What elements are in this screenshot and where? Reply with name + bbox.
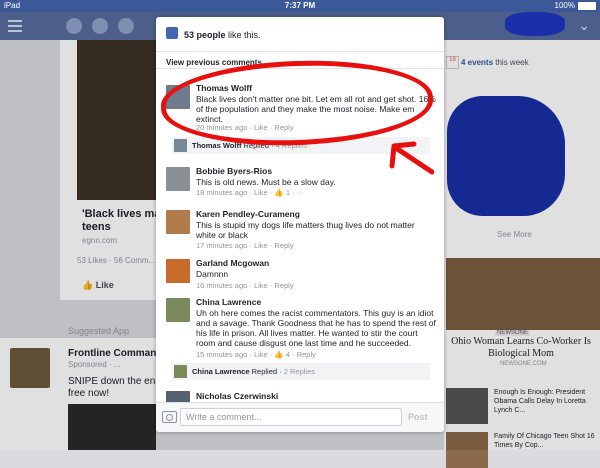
like-count: 👍 1 bbox=[274, 188, 291, 197]
comment-composer: Post bbox=[156, 402, 444, 432]
replies-row[interactable]: China Lawrence Replied · 2 Replies bbox=[172, 363, 430, 380]
notifications-icon[interactable] bbox=[118, 18, 134, 34]
likes-text: 53 people like this. bbox=[184, 30, 261, 40]
reply-link[interactable]: Reply bbox=[297, 350, 316, 359]
avatar[interactable] bbox=[166, 167, 190, 191]
menu-icon[interactable] bbox=[8, 20, 22, 32]
likes-summary[interactable]: 53 people like this. bbox=[156, 17, 444, 52]
friend-requests-icon[interactable] bbox=[66, 18, 82, 34]
comment-text: Black lives don't matter one bit. Let em… bbox=[196, 94, 436, 124]
commenter-name[interactable]: Karen Pendley-Curameng bbox=[196, 209, 300, 219]
like-count: 👍 4 bbox=[274, 350, 291, 359]
comments-modal: 53 people like this. View previous comme… bbox=[156, 17, 444, 432]
comment-meta: 17 minutes ago · Like · Reply bbox=[196, 241, 294, 250]
avatar bbox=[174, 139, 187, 152]
battery-icon bbox=[578, 2, 596, 10]
avatar[interactable] bbox=[166, 259, 190, 283]
view-previous-comments[interactable]: View previous comments bbox=[166, 58, 262, 67]
like-link[interactable]: Like bbox=[254, 123, 268, 132]
post-button[interactable]: Post bbox=[408, 412, 428, 422]
comment-meta: 15 minutes ago · Like · 👍 4 · Reply bbox=[196, 350, 316, 359]
comment-meta: 18 minutes ago · Like · 👍 1 · ··· bbox=[196, 188, 305, 197]
avatar[interactable] bbox=[166, 210, 190, 234]
reply-link[interactable]: Reply bbox=[274, 281, 293, 290]
avatar[interactable] bbox=[166, 298, 190, 322]
like-link[interactable]: Like bbox=[254, 188, 268, 197]
more-icon[interactable]: ··· bbox=[297, 188, 305, 197]
battery-indicator: 100% bbox=[555, 0, 596, 12]
commenter-name[interactable]: China Lawrence bbox=[196, 297, 261, 307]
like-link[interactable]: Like bbox=[254, 281, 268, 290]
redaction-scribble bbox=[505, 12, 565, 36]
comment-meta: 20 minutes ago · Like · Reply bbox=[196, 123, 294, 132]
comment-text: This is stupid my dogs life matters thug… bbox=[196, 220, 415, 240]
commenter-name[interactable]: Bobbie Byers-Rios bbox=[196, 166, 272, 176]
battery-percent: 100% bbox=[554, 1, 575, 10]
comment-text: This is old news. Must be a slow day. bbox=[196, 177, 336, 187]
like-link[interactable]: Like bbox=[254, 241, 268, 250]
comment-meta: 16 minutes ago · Like · Reply bbox=[196, 281, 294, 290]
reply-link[interactable]: Reply bbox=[274, 241, 293, 250]
camera-icon[interactable] bbox=[162, 411, 177, 423]
commenter-name[interactable]: Garland Mcgowan bbox=[196, 258, 269, 268]
reply-link[interactable]: Reply bbox=[274, 123, 293, 132]
commenter-name[interactable]: Thomas Wolff bbox=[196, 83, 252, 93]
replies-row[interactable]: Thomas Wolff Replied · 4 Replies bbox=[172, 137, 430, 154]
like-thumb-icon bbox=[166, 27, 178, 39]
like-link[interactable]: Like bbox=[254, 350, 268, 359]
commenter-name[interactable]: Nicholas Czerwinski bbox=[196, 391, 278, 401]
clock: 7:37 PM bbox=[284, 1, 316, 10]
divider bbox=[156, 68, 444, 69]
avatar bbox=[174, 365, 187, 378]
avatar[interactable] bbox=[166, 85, 190, 109]
ios-status-bar: iPad 7:37 PM 100% bbox=[0, 0, 600, 12]
chevron-down-icon[interactable]: ⌄ bbox=[578, 17, 590, 34]
comment-text: Uh oh here comes the racist commentators… bbox=[196, 308, 436, 348]
messages-icon[interactable] bbox=[92, 18, 108, 34]
comment-text: Damnnn bbox=[196, 269, 229, 279]
comment-input[interactable] bbox=[180, 408, 402, 426]
